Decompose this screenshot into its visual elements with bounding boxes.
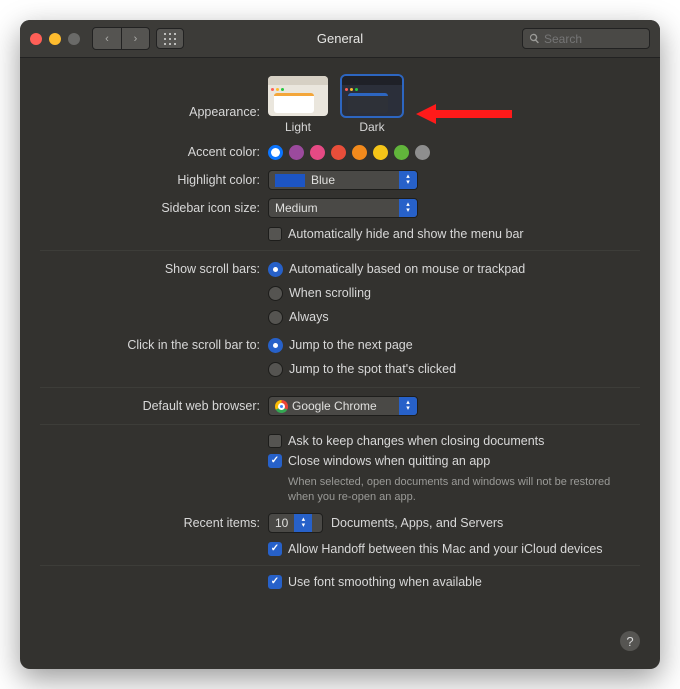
highlight-value: Blue	[311, 173, 393, 187]
menubar-autohide-label: Automatically hide and show the menu bar	[288, 226, 524, 242]
scrollclick-option-label: Jump to the spot that's clicked	[289, 359, 456, 379]
radio-icon	[268, 338, 283, 353]
preferences-window: ‹ › General Appearance: Light	[20, 20, 660, 669]
chevron-updown-icon	[294, 514, 312, 532]
sidebar-size-label: Sidebar icon size:	[40, 198, 268, 218]
browser-label: Default web browser:	[40, 396, 268, 416]
scrollclick-option-1[interactable]: Jump to the spot that's clicked	[268, 359, 456, 379]
menubar-autohide-checkbox[interactable]: Automatically hide and show the menu bar	[268, 226, 524, 242]
accent-color-3[interactable]	[331, 145, 346, 160]
scrollclick-option-label: Jump to the next page	[289, 335, 413, 355]
sidebar-size-popup[interactable]: Medium	[268, 198, 418, 218]
nav-back-forward: ‹ ›	[92, 27, 150, 50]
forward-button[interactable]: ›	[121, 28, 149, 49]
scrollclick-option-0[interactable]: Jump to the next page	[268, 335, 413, 355]
handoff-checkbox[interactable]: Allow Handoff between this Mac and your …	[268, 541, 603, 557]
chevron-updown-icon	[399, 397, 417, 415]
radio-icon	[268, 362, 283, 377]
accent-color-5[interactable]	[373, 145, 388, 160]
sidebar-size-value: Medium	[275, 201, 393, 215]
help-button[interactable]: ?	[620, 631, 640, 651]
accent-color-picker	[268, 145, 430, 160]
window-controls	[30, 33, 80, 45]
font-smoothing-label: Use font smoothing when available	[288, 574, 482, 590]
scrollbars-label: Show scroll bars:	[40, 259, 268, 279]
checkbox-icon	[268, 575, 282, 589]
radio-icon	[268, 286, 283, 301]
scrollbars-option-1[interactable]: When scrolling	[268, 283, 371, 303]
accent-color-6[interactable]	[394, 145, 409, 160]
highlight-label: Highlight color:	[40, 170, 268, 190]
recent-items-popup[interactable]: 10	[268, 513, 323, 533]
default-browser-popup[interactable]: Google Chrome	[268, 396, 418, 416]
search-input[interactable]	[544, 32, 639, 46]
accent-color-1[interactable]	[289, 145, 304, 160]
content: Appearance: Light Dark Accent color:	[20, 58, 660, 614]
accent-label: Accent color:	[40, 142, 268, 162]
accent-color-2[interactable]	[310, 145, 325, 160]
divider	[40, 387, 640, 388]
browser-value: Google Chrome	[292, 399, 393, 413]
appearance-dark[interactable]: Dark	[342, 76, 402, 134]
zoom-icon	[68, 33, 80, 45]
checkbox-icon	[268, 434, 282, 448]
accent-color-4[interactable]	[352, 145, 367, 160]
scrollclick-radios: Jump to the next page Jump to the spot th…	[268, 335, 640, 379]
scrollbars-option-0[interactable]: Automatically based on mouse or trackpad	[268, 259, 525, 279]
divider	[40, 250, 640, 251]
checkbox-icon	[268, 227, 282, 241]
scrollbars-option-label: When scrolling	[289, 283, 371, 303]
scrollbars-option-label: Automatically based on mouse or trackpad	[289, 259, 525, 279]
appearance-light[interactable]: Light	[268, 76, 328, 134]
ask-keep-changes-checkbox[interactable]: Ask to keep changes when closing documen…	[268, 433, 544, 449]
scrollbars-option-label: Always	[289, 307, 329, 327]
close-icon[interactable]	[30, 33, 42, 45]
minimize-icon[interactable]	[49, 33, 61, 45]
accent-color-7[interactable]	[415, 145, 430, 160]
ask-keep-changes-label: Ask to keep changes when closing documen…	[288, 433, 544, 449]
chevron-updown-icon	[399, 199, 417, 217]
radio-icon	[268, 262, 283, 277]
accent-color-0[interactable]	[268, 145, 283, 160]
recent-items-suffix: Documents, Apps, and Servers	[331, 516, 503, 530]
checkbox-icon	[268, 542, 282, 556]
close-windows-checkbox[interactable]: Close windows when quitting an app	[268, 453, 490, 469]
chevron-updown-icon	[399, 171, 417, 189]
recent-items-value: 10	[275, 516, 288, 530]
close-windows-label: Close windows when quitting an app	[288, 453, 490, 469]
highlight-color-popup[interactable]: Blue	[268, 170, 418, 190]
search-field[interactable]	[522, 28, 650, 49]
handoff-label: Allow Handoff between this Mac and your …	[288, 541, 603, 557]
chrome-icon	[275, 400, 288, 413]
divider	[40, 424, 640, 425]
titlebar: ‹ › General	[20, 20, 660, 58]
recent-items-label: Recent items:	[40, 513, 268, 533]
scrollbars-radios: Automatically based on mouse or trackpad…	[268, 259, 640, 327]
appearance-dark-label: Dark	[342, 120, 402, 134]
highlight-swatch	[275, 174, 305, 187]
grid-icon	[164, 33, 176, 45]
font-smoothing-checkbox[interactable]: Use font smoothing when available	[268, 574, 482, 590]
appearance-label: Appearance:	[40, 76, 268, 122]
back-button[interactable]: ‹	[93, 28, 121, 49]
show-all-button[interactable]	[156, 28, 184, 49]
scrollclick-label: Click in the scroll bar to:	[40, 335, 268, 355]
scrollbars-option-2[interactable]: Always	[268, 307, 329, 327]
checkbox-icon	[268, 454, 282, 468]
appearance-light-label: Light	[268, 120, 328, 134]
radio-icon	[268, 310, 283, 325]
divider	[40, 565, 640, 566]
close-windows-note: When selected, open documents and window…	[288, 475, 628, 505]
search-icon	[529, 33, 540, 44]
